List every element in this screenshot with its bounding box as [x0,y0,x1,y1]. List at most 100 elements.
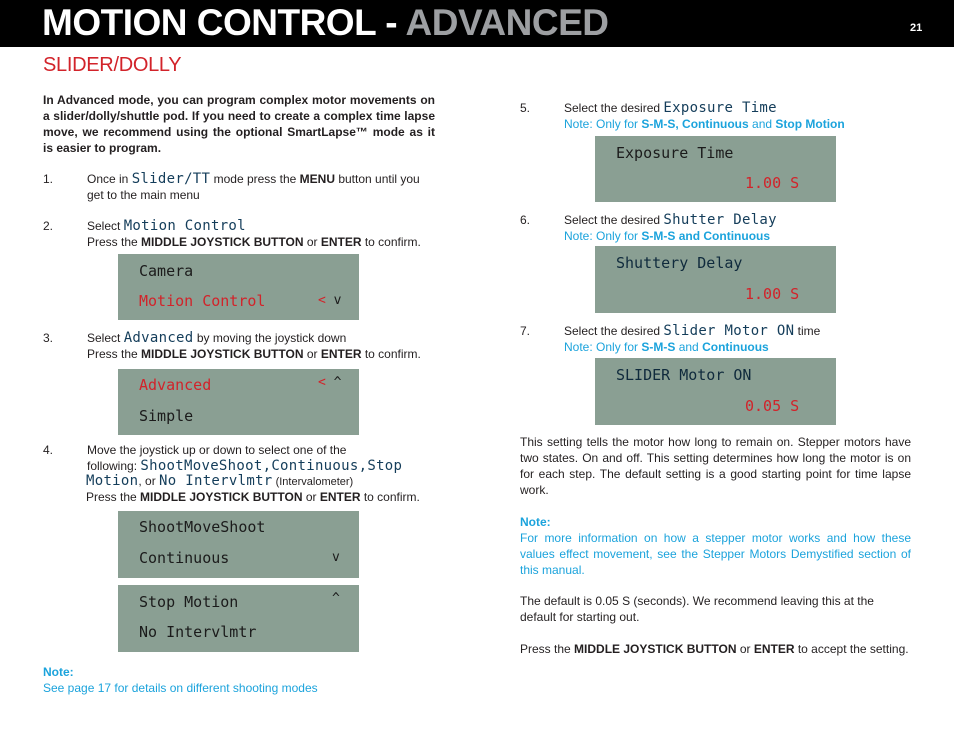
note-mode: S-M-S [641,340,676,354]
joystick-ref: MIDDLE JOYSTICK BUTTON [141,235,304,249]
lcd-line: Exposure Time [616,144,734,162]
note-mode: Continuous [702,340,769,354]
step-text: to confirm. [360,490,420,504]
motor-on-explanation: This setting tells the motor how long to… [520,435,911,497]
step-text: time [794,324,821,338]
step-text: Press the [520,642,575,656]
default-paragraph: The default is 0.05 S (seconds). We reco… [520,594,874,624]
lcd-line: No Intervlmtr [139,623,257,641]
step-text: Select [87,331,124,345]
note-text: Note: Only for [564,117,642,131]
lcd-term: Motion [86,473,139,489]
step-text: get to the main menu [87,188,200,202]
step-text: Press the [87,235,142,249]
step-text: mode press the [210,172,300,186]
lcd-term: Continuous [271,458,359,474]
step-number: 4. [43,443,54,457]
lcd-term: Slider Motor ON [663,323,795,339]
lcd-term: ShootMoveShoot [140,458,263,474]
joystick-ref: MIDDLE JOYSTICK BUTTON [140,490,303,504]
scroll-up-icon: ^ [332,591,340,606]
step-number: 2. [43,219,54,233]
menu-button-ref: MENU [299,172,335,186]
lcd-line: Stop Motion [139,593,239,611]
step-text: Press the [87,347,142,361]
step-text: to accept the setting. [794,642,909,656]
step-text: Press the [86,490,141,504]
lcd-term: Shutter Delay [663,212,777,228]
step-text: following: [87,459,141,473]
enter-ref: ENTER [319,490,361,504]
lcd-value: 1.00 S [745,285,800,303]
step-text: (Intervalometer) [272,476,354,488]
step-text: Once in [87,172,132,186]
step-text: , or [138,474,160,488]
note-text: Note: Only for [564,229,642,243]
lcd-term: Advanced [123,330,194,346]
lcd-screen-main-menu: Camera Motion Control < v [118,254,359,320]
joystick-ref: MIDDLE JOYSTICK BUTTON [141,347,304,361]
step-text: or [302,490,320,504]
enter-ref: ENTER [753,642,795,656]
lcd-term: Motion Control [123,218,246,234]
right-note: Note: For more information on how a step… [520,514,911,578]
page-title: MOTION CONTROL - ADVANCED [42,1,609,45]
lcd-value: 0.05 S [745,397,800,415]
selection-cursor-icon: < [318,375,326,390]
lcd-value: 1.00 S [745,174,800,192]
enter-ref: ENTER [320,235,362,249]
lcd-screen-shoot-modes-a: ShootMoveShoot Continuous v [118,511,359,578]
step-number: 7. [520,324,531,338]
intro-paragraph: In Advanced mode, you can program comple… [43,93,435,155]
lcd-line: Shuttery Delay [616,254,743,272]
step-text: button until you [335,172,420,186]
lcd-term: Slider/TT [131,171,211,187]
note-text: For more information on how a stepper mo… [520,531,911,577]
step-text: to confirm. [361,235,421,249]
note-mode: S-M-S and Continuous [641,229,771,243]
page-number: 21 [910,22,923,34]
step-number: 3. [43,331,54,345]
note-text: Note: Only for [564,340,642,354]
lcd-line: Simple [139,407,194,425]
step-4-continued: Motion, or No Intervlmtr (Intervalometer… [86,473,353,490]
header-bar: MOTION CONTROL - ADVANCED 21 [0,0,954,47]
separator: , [262,458,272,474]
scroll-down-icon: v [332,550,340,565]
note-mode: Stop Motion [775,117,845,131]
step-text: or [303,347,321,361]
title-accent: ADVANCED [405,2,609,43]
enter-ref: ENTER [320,347,362,361]
accept-instruction: Press the MIDDLE JOYSTICK BUTTON or ENTE… [520,641,920,657]
lcd-term: Exposure Time [663,100,777,116]
step-4-confirm: Press the MIDDLE JOYSTICK BUTTON or ENTE… [86,489,420,505]
step-text: Select [87,219,124,233]
lcd-line-selected: Motion Control [139,292,266,310]
lcd-screen-exposure: Exposure Time 1.00 S [595,136,836,202]
scroll-down-icon: v [333,293,342,308]
lcd-term: Stop [367,458,403,474]
note-label: Note: [43,665,74,679]
title-main: MOTION CONTROL - [42,2,406,43]
lcd-line: SLIDER Motor ON [616,366,752,384]
selection-cursor-icon: < [318,293,326,308]
lcd-screen-shoot-modes-b: Stop Motion No Intervlmtr ^ [118,585,359,652]
step-text: Select the desired [564,213,664,227]
lcd-screen-motor-on: SLIDER Motor ON 0.05 S [595,358,836,425]
note-text: See page 17 for details on different sho… [43,681,318,695]
step-text: or [303,235,321,249]
step-text: Move the joystick up or down to select o… [87,443,347,457]
lcd-indicator: < ^ [318,375,341,390]
lcd-indicator: < v [318,293,341,308]
step-text: or [736,642,754,656]
left-note: Note: See page 17 for details on differe… [43,664,318,696]
lcd-line: Continuous [139,549,230,567]
note-text: and [675,340,703,354]
joystick-ref: MIDDLE JOYSTICK BUTTON [574,642,737,656]
step-text: to confirm. [361,347,421,361]
note-mode: S-M-S, Continuous [641,117,749,131]
note-label: Note: [520,515,551,529]
lcd-line: Camera [139,262,194,280]
section-title: SLIDER/DOLLY [43,54,182,76]
step-number: 5. [520,101,531,115]
